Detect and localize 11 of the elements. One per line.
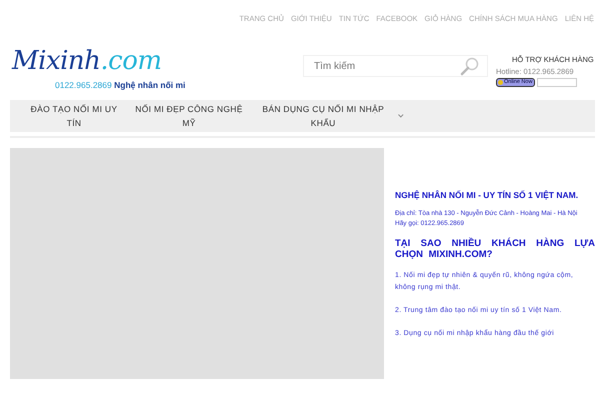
logo-phone: 0122.965.2869 <box>55 80 112 90</box>
search-icon[interactable] <box>460 56 480 76</box>
nav-item[interactable]: BÁN DỤNG CỤ NỐI MI NHẬP KHẨU <box>254 102 404 130</box>
nav-item[interactable]: ĐÀO TẠO NỐI MI UY TÍN <box>24 102 124 130</box>
logo-tagline: Nghệ nhân nối mi <box>114 80 186 90</box>
nav-item[interactable]: NỐI MI ĐẸP CÔNG NGHỆ MỸ <box>130 102 248 130</box>
search-field[interactable]: Tìm kiếm <box>303 55 488 77</box>
status-box <box>537 78 578 87</box>
logo-name: Mixinh.com <box>12 46 162 76</box>
question-heading: TẠI SAO NHIỀU KHÁCH HÀNG LỰA CHỌN MIXINH.COM? <box>395 238 595 260</box>
info-heading: NGHỆ NHÂN NỐI MI - UY TÍN SỐ 1 VIỆT NAM. <box>395 190 580 200</box>
